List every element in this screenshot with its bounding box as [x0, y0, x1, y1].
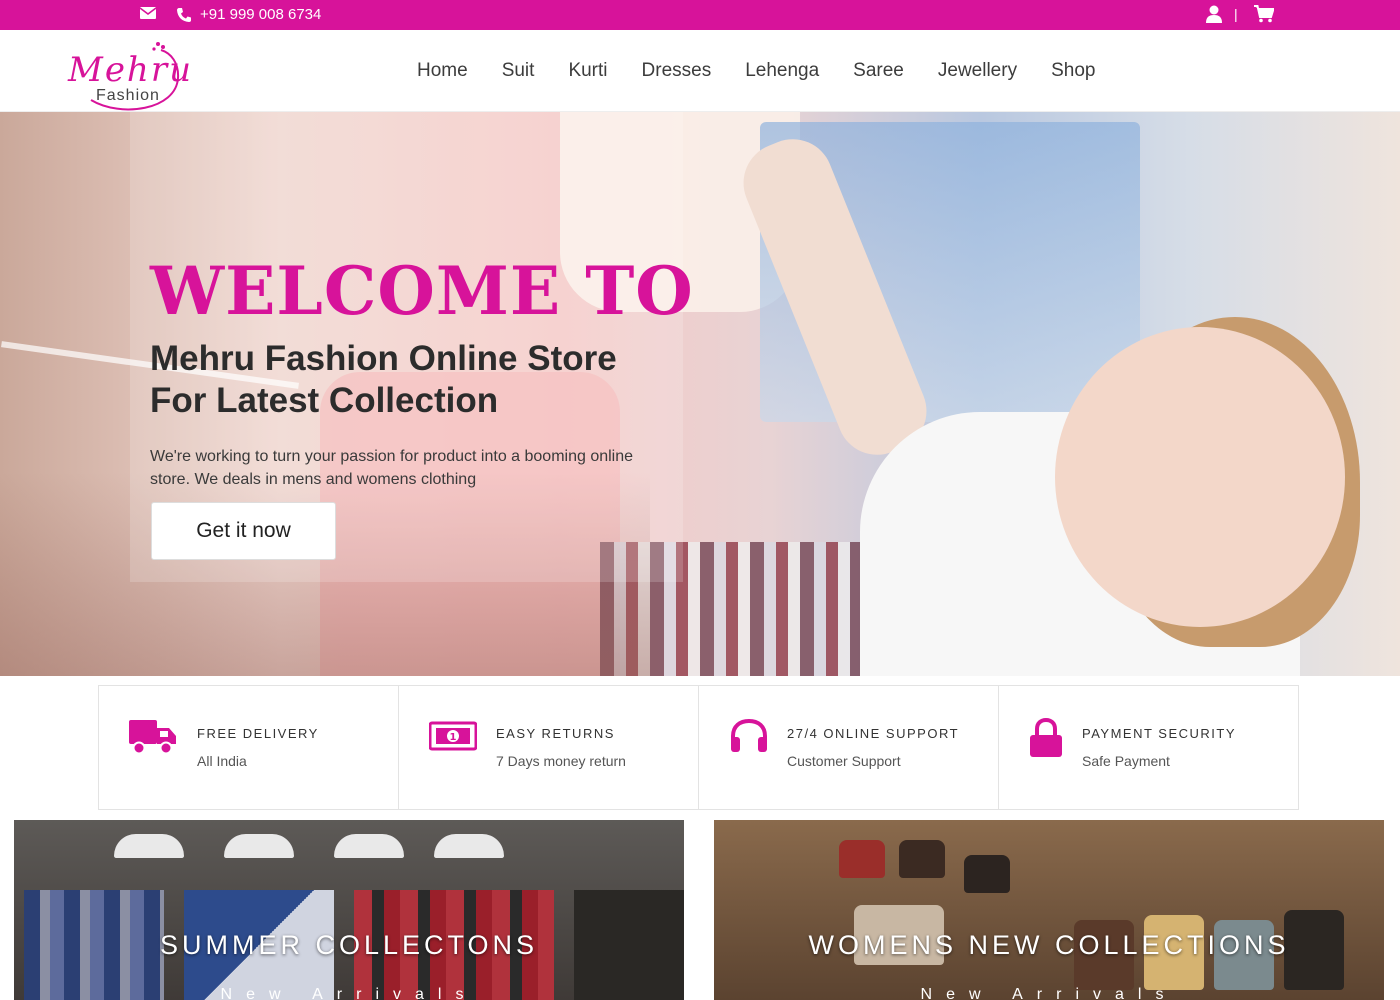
- nav-item-home[interactable]: Home: [417, 60, 468, 82]
- get-it-now-button[interactable]: Get it now: [151, 502, 336, 560]
- handbag-decor: [964, 855, 1010, 893]
- nav-item-suit[interactable]: Suit: [502, 60, 535, 82]
- handbag-decor: [899, 840, 945, 878]
- phone-icon: [177, 7, 191, 22]
- features-strip: FREE DELIVERY All India 1 EASY RETURNS 7…: [98, 685, 1299, 810]
- nav-item-dresses[interactable]: Dresses: [642, 60, 712, 82]
- nav-item-lehenga[interactable]: Lehenga: [745, 60, 819, 82]
- womens-collection-banner[interactable]: WOMENS NEW COLLECTIONS New Arrivals: [714, 820, 1384, 1000]
- nav-item-jewellery[interactable]: Jewellery: [938, 60, 1017, 82]
- mail-icon[interactable]: [139, 6, 157, 25]
- feature-subtitle: Safe Payment: [1082, 753, 1170, 769]
- lamp-decor: [114, 834, 184, 858]
- phone-contact[interactable]: +91 999 008 6734: [176, 6, 321, 23]
- feature-free-delivery: FREE DELIVERY All India: [99, 686, 399, 809]
- summer-collection-banner[interactable]: SUMMER COLLECTONS New Arrivals: [14, 820, 684, 1000]
- lamp-decor: [224, 834, 294, 858]
- hero-girl-face: [1055, 327, 1345, 627]
- truck-icon: [129, 718, 177, 761]
- main-nav: Home Suit Kurti Dresses Lehenga Saree Je…: [400, 30, 1112, 112]
- topbar-separator: |: [1234, 6, 1238, 22]
- user-icon[interactable]: [1206, 5, 1222, 28]
- svg-text:1: 1: [450, 732, 457, 743]
- top-bar: +91 999 008 6734 |: [0, 0, 1400, 30]
- site-header: Mehru Fashion Home Suit Kurti Dresses Le…: [0, 30, 1400, 112]
- lock-icon: [1029, 717, 1063, 763]
- hero-tagline-line2: For Latest Collection: [150, 381, 499, 420]
- brand-logo[interactable]: Mehru Fashion: [66, 38, 191, 111]
- feature-online-support: 27/4 ONLINE SUPPORT Customer Support: [699, 686, 999, 809]
- collection-title: WOMENS NEW COLLECTIONS: [808, 930, 1290, 960]
- feature-title: EASY RETURNS: [496, 726, 615, 741]
- hero-description: We're working to turn your passion for p…: [150, 448, 634, 488]
- feature-title: 27/4 ONLINE SUPPORT: [787, 726, 960, 741]
- feature-subtitle: All India: [197, 753, 247, 769]
- lamp-decor: [334, 834, 404, 858]
- logo-primary-text: Mehru: [68, 50, 193, 90]
- feature-title: FREE DELIVERY: [197, 726, 319, 741]
- headphones-icon: [729, 718, 769, 759]
- cart-icon[interactable]: [1254, 5, 1275, 28]
- handbag-decor: [839, 840, 885, 878]
- feature-subtitle: Customer Support: [787, 753, 901, 769]
- logo-secondary-text: Fashion: [96, 87, 160, 104]
- hero-tagline-line1: Mehru Fashion Online Store: [150, 339, 617, 378]
- nav-item-shop[interactable]: Shop: [1051, 60, 1095, 82]
- phone-number: +91 999 008 6734: [200, 6, 322, 23]
- feature-subtitle: 7 Days money return: [496, 753, 626, 769]
- hero-welcome-heading: WELCOME TO: [150, 252, 694, 330]
- collection-subtitle: New Arrivals: [920, 986, 1178, 1000]
- nav-item-saree[interactable]: Saree: [853, 60, 904, 82]
- nav-item-kurti[interactable]: Kurti: [568, 60, 607, 82]
- feature-title: PAYMENT SECURITY: [1082, 726, 1237, 741]
- feature-easy-returns: 1 EASY RETURNS 7 Days money return: [399, 686, 699, 809]
- collection-subtitle: New Arrivals: [220, 986, 478, 1000]
- hero-banner: WELCOME TO Mehru Fashion Online Store Fo…: [0, 112, 1400, 676]
- collection-title: SUMMER COLLECTONS: [159, 930, 539, 960]
- money-icon: 1: [428, 718, 478, 757]
- hero-tagline: Mehru Fashion Online Store For Latest Co…: [150, 338, 670, 422]
- lamp-decor: [434, 834, 504, 858]
- feature-payment-security: PAYMENT SECURITY Safe Payment: [999, 686, 1298, 809]
